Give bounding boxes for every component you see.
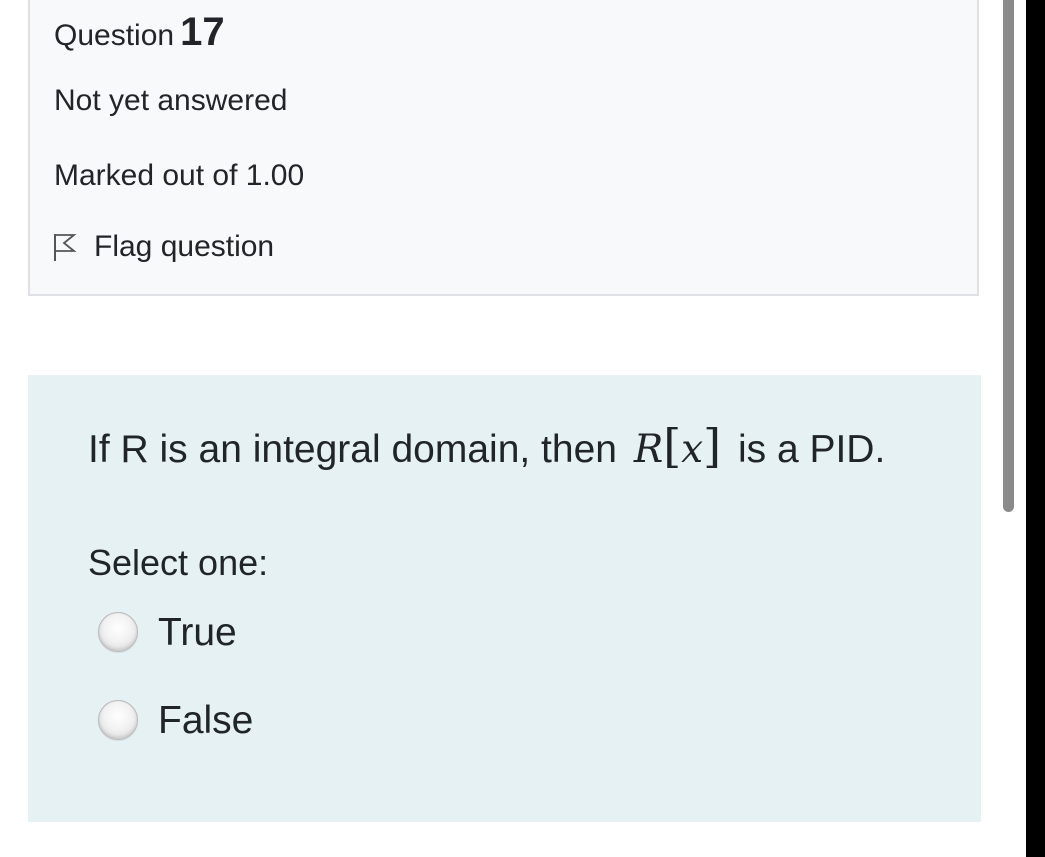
question-content-panel: If R is an integral domain, then R[x] is…: [28, 375, 981, 822]
math-close-bracket: ]: [703, 419, 722, 473]
flag-question-label: Flag question: [94, 230, 275, 263]
answer-option-false[interactable]: False: [98, 700, 253, 740]
question-number-heading: Question 17: [54, 12, 225, 52]
answer-label-true: True: [158, 610, 237, 654]
flag-question-link[interactable]: Flag question: [52, 232, 274, 262]
question-text: If R is an integral domain, then R[x] is…: [88, 419, 885, 474]
question-prefix: Question: [54, 19, 175, 52]
scrollbar-thumb[interactable]: [1003, 0, 1014, 512]
math-variable: R: [633, 427, 664, 472]
question-number: 17: [180, 10, 225, 54]
screen-edge: [1026, 0, 1045, 857]
answer-option-true[interactable]: True: [98, 612, 237, 652]
math-expression: R[x]: [633, 419, 721, 473]
radio-false[interactable]: [98, 700, 138, 740]
math-open-bracket: [: [663, 419, 682, 473]
select-one-prompt: Select one:: [88, 542, 269, 583]
question-state: Not yet answered: [54, 84, 288, 117]
flag-outline-icon: [52, 232, 78, 262]
answer-label-false: False: [158, 698, 254, 742]
math-argument: x: [681, 427, 704, 472]
question-grade: Marked out of 1.00: [54, 159, 305, 192]
question-text-after: is a PID.: [737, 428, 886, 471]
question-info-panel: Question 17 Not yet answered Marked out o…: [28, 0, 979, 296]
question-text-before: If R is an integral domain, then: [88, 428, 617, 471]
radio-true[interactable]: [98, 612, 138, 652]
